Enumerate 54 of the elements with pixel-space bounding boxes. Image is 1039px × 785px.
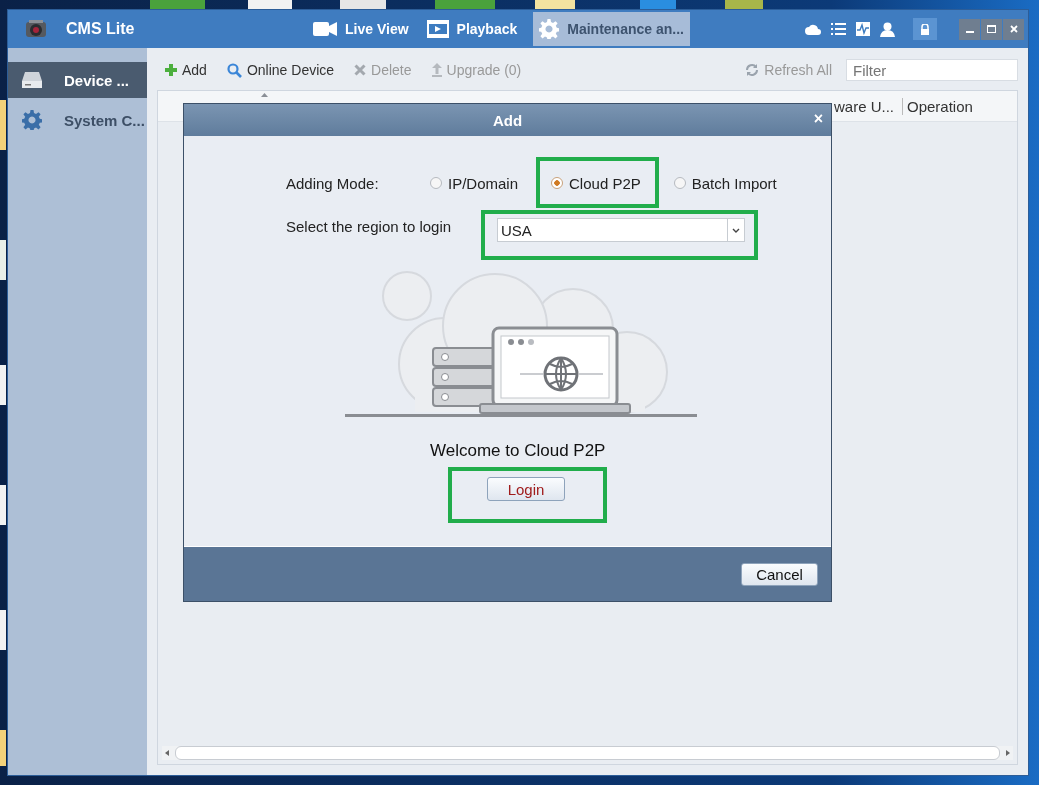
maximize-icon [987, 25, 996, 33]
minimize-button[interactable] [959, 18, 980, 40]
radio-label[interactable]: Batch Import [691, 174, 777, 192]
dialog-close-button[interactable]: × [813, 110, 823, 128]
pulse-icon[interactable] [856, 22, 870, 36]
radio-button[interactable] [430, 177, 442, 189]
nav-tab[interactable]: Maintenance an... [533, 12, 690, 46]
close-icon [1009, 25, 1018, 33]
app-title: CMS Lite [66, 20, 136, 38]
region-dropdown[interactable]: USA [497, 218, 745, 242]
gear-icon [22, 110, 42, 130]
refresh-icon [745, 63, 760, 77]
radio-button[interactable] [551, 177, 564, 189]
toolbar-button[interactable]: Online Device [226, 62, 335, 78]
desktop-icon[interactable] [340, 0, 386, 10]
dialog-title: Add [492, 111, 523, 129]
plus-icon [165, 64, 177, 76]
scroll-left-icon[interactable] [165, 750, 169, 756]
radio-label[interactable]: IP/Domain [448, 174, 519, 192]
radio-button[interactable] [673, 177, 686, 189]
chevron-down-icon [732, 227, 740, 233]
cancel-button[interactable]: Cancel [741, 562, 818, 586]
toolbar-button[interactable]: Add [165, 62, 207, 78]
scroll-right-icon[interactable] [1006, 750, 1010, 756]
sidebar-item[interactable]: Device ... [8, 62, 147, 98]
column-header[interactable]: Operation [902, 97, 973, 115]
welcome-text: Welcome to Cloud P2P [430, 441, 607, 461]
lock-button[interactable] [913, 18, 937, 40]
search-icon [226, 62, 242, 78]
film-icon [426, 20, 449, 38]
lock-icon [920, 23, 930, 35]
close-button[interactable] [1003, 18, 1024, 40]
desktop-icon[interactable] [248, 0, 292, 10]
desktop-icon[interactable] [725, 0, 763, 10]
column-header[interactable]: ware U... [834, 97, 894, 115]
gear-icon [539, 19, 560, 39]
list-icon[interactable] [831, 22, 846, 36]
desktop-icon[interactable] [535, 0, 575, 10]
maximize-button[interactable] [981, 18, 1002, 40]
cloud-icon[interactable] [805, 23, 821, 35]
login-button[interactable]: Login [487, 477, 565, 501]
video-camera-icon [313, 21, 337, 37]
cross-icon [354, 64, 367, 76]
up-arrow-icon [431, 63, 442, 77]
nav-tab[interactable]: Playback [424, 12, 526, 46]
nav-tab[interactable]: Live View [311, 12, 417, 46]
drive-icon [22, 72, 42, 88]
region-label: Select the region to login [286, 218, 453, 237]
camera-logo-icon [25, 19, 47, 39]
adding-mode-label: Adding Mode: [286, 174, 380, 192]
sidebar-item[interactable]: System C... [8, 102, 147, 138]
sort-icon[interactable] [261, 93, 268, 97]
filter-field[interactable]: Filter [846, 59, 1018, 81]
user-icon[interactable] [880, 21, 895, 37]
